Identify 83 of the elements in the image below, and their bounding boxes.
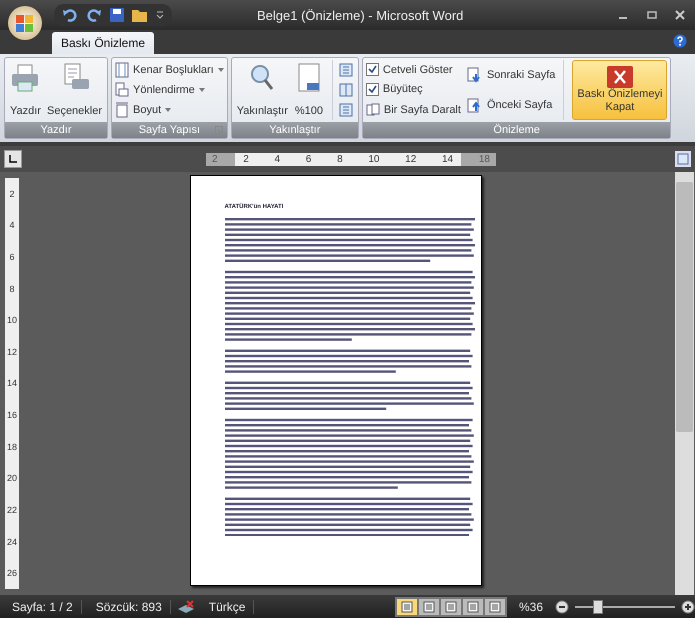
maximize-icon[interactable]: [647, 10, 657, 20]
save-icon[interactable]: [110, 8, 124, 22]
orientation-icon: [115, 82, 130, 98]
ribbon-button[interactable]: Yönlendirme: [115, 82, 224, 98]
ribbon-button[interactable]: %100: [292, 60, 326, 120]
view-button[interactable]: [418, 598, 439, 614]
group-title: Yakınlaştır: [269, 124, 320, 136]
ruler-number: 24: [6, 536, 17, 546]
ribbon-button[interactable]: Bir Sayfa Daralt: [366, 102, 461, 117]
view-button[interactable]: [440, 598, 461, 614]
ruler-number: 4: [274, 154, 280, 164]
ruler-number: 10: [6, 315, 17, 326]
page-width-button[interactable]: [336, 101, 355, 119]
check-icon: [368, 84, 377, 94]
page-size-icon: [115, 102, 130, 118]
ruler-number: 18: [478, 154, 490, 164]
dropdown-arrow-icon: [165, 108, 172, 112]
help-icon[interactable]: [673, 34, 687, 48]
left-tab-icon: [9, 155, 17, 163]
close-icon: [606, 66, 633, 88]
zoom-out-icon[interactable]: [555, 600, 569, 614]
next-page-button[interactable]: Sonraki Sayfa: [466, 67, 556, 83]
checkbox[interactable]: Cetveli Göster: [366, 63, 461, 76]
ruler-number: 26: [6, 568, 17, 578]
ribbon-button[interactable]: Boyut: [115, 102, 224, 118]
close-icon[interactable]: [675, 10, 685, 20]
ruler-number: 2: [9, 188, 14, 199]
ruler-number: 14: [6, 378, 17, 388]
view-button[interactable]: [484, 598, 505, 614]
margins-icon: [115, 62, 130, 78]
word-count[interactable]: Sözcük: 893: [88, 600, 171, 614]
zoom-level[interactable]: %36: [518, 600, 543, 614]
ruler-number: 4: [9, 220, 14, 230]
checkbox-box[interactable]: [366, 82, 379, 96]
window-title: Belge1 (Önizleme) - Microsoft Word: [257, 8, 464, 23]
language-label[interactable]: Türkçe: [200, 600, 254, 614]
ruler-number: 6: [306, 154, 312, 164]
group-title: Önizleme: [493, 124, 540, 136]
ribbon-button[interactable]: Yakınlaştır: [234, 60, 290, 120]
office-button[interactable]: [8, 6, 42, 40]
zoom-in-icon[interactable]: [681, 600, 695, 614]
ruler-number: 8: [337, 154, 343, 164]
view-ruler-button[interactable]: [675, 151, 691, 167]
checkbox[interactable]: Büyüteç: [366, 82, 461, 96]
ruler-number: 20: [6, 473, 17, 484]
group-title: Sayfa Yapısı: [138, 124, 200, 136]
ruler-number: 14: [442, 154, 454, 164]
page-count[interactable]: Sayfa: 1 / 2: [4, 600, 82, 614]
two-pages-button[interactable]: [336, 81, 355, 99]
ruler-number: 12: [405, 154, 416, 164]
check-icon: [368, 65, 377, 74]
dropdown-arrow-icon: [198, 88, 205, 92]
group-title: Yazdır: [40, 124, 72, 136]
ruler-number: 8: [9, 284, 14, 294]
printer-icon: [10, 63, 40, 93]
ruler-number: 18: [6, 442, 17, 452]
tab-selector-button[interactable]: [4, 150, 22, 168]
ruler-number: 22: [6, 504, 17, 515]
close-preview-button[interactable]: Baskı Önizlemeyi Kapat: [572, 60, 668, 120]
customize-arrow-icon[interactable]: [156, 10, 164, 20]
folder-icon[interactable]: [132, 8, 148, 22]
redo-icon[interactable]: [86, 7, 102, 23]
ruler-number: 6: [9, 252, 14, 262]
ruler-number: 2: [212, 154, 218, 164]
dropdown-arrow-icon: [218, 68, 224, 72]
proofing-book-icon[interactable]: [176, 600, 195, 614]
zoom-slider-thumb[interactable]: [593, 600, 603, 614]
ruler-number: 12: [6, 346, 17, 357]
previous-page-button[interactable]: Önceki Sayfa: [466, 97, 556, 113]
vertical-scrollbar[interactable]: [675, 172, 694, 595]
ribbon-button[interactable]: Yazdır: [8, 60, 43, 120]
ribbon-button[interactable]: Seçenekler: [44, 60, 104, 120]
ribbon-button[interactable]: Kenar Boşlukları: [115, 62, 224, 78]
ruler-number: 2: [243, 154, 249, 164]
ruler-number: 10: [368, 154, 380, 164]
view-button[interactable]: [396, 598, 417, 614]
ruler-number: 16: [6, 410, 17, 420]
shrink-pages-icon: [366, 102, 380, 117]
undo-icon[interactable]: [62, 7, 78, 23]
ribbon-tab[interactable]: Baskı Önizleme: [52, 32, 154, 54]
one-page-button[interactable]: [336, 61, 355, 79]
checkbox-box[interactable]: [366, 63, 379, 76]
view-button[interactable]: [462, 598, 483, 614]
